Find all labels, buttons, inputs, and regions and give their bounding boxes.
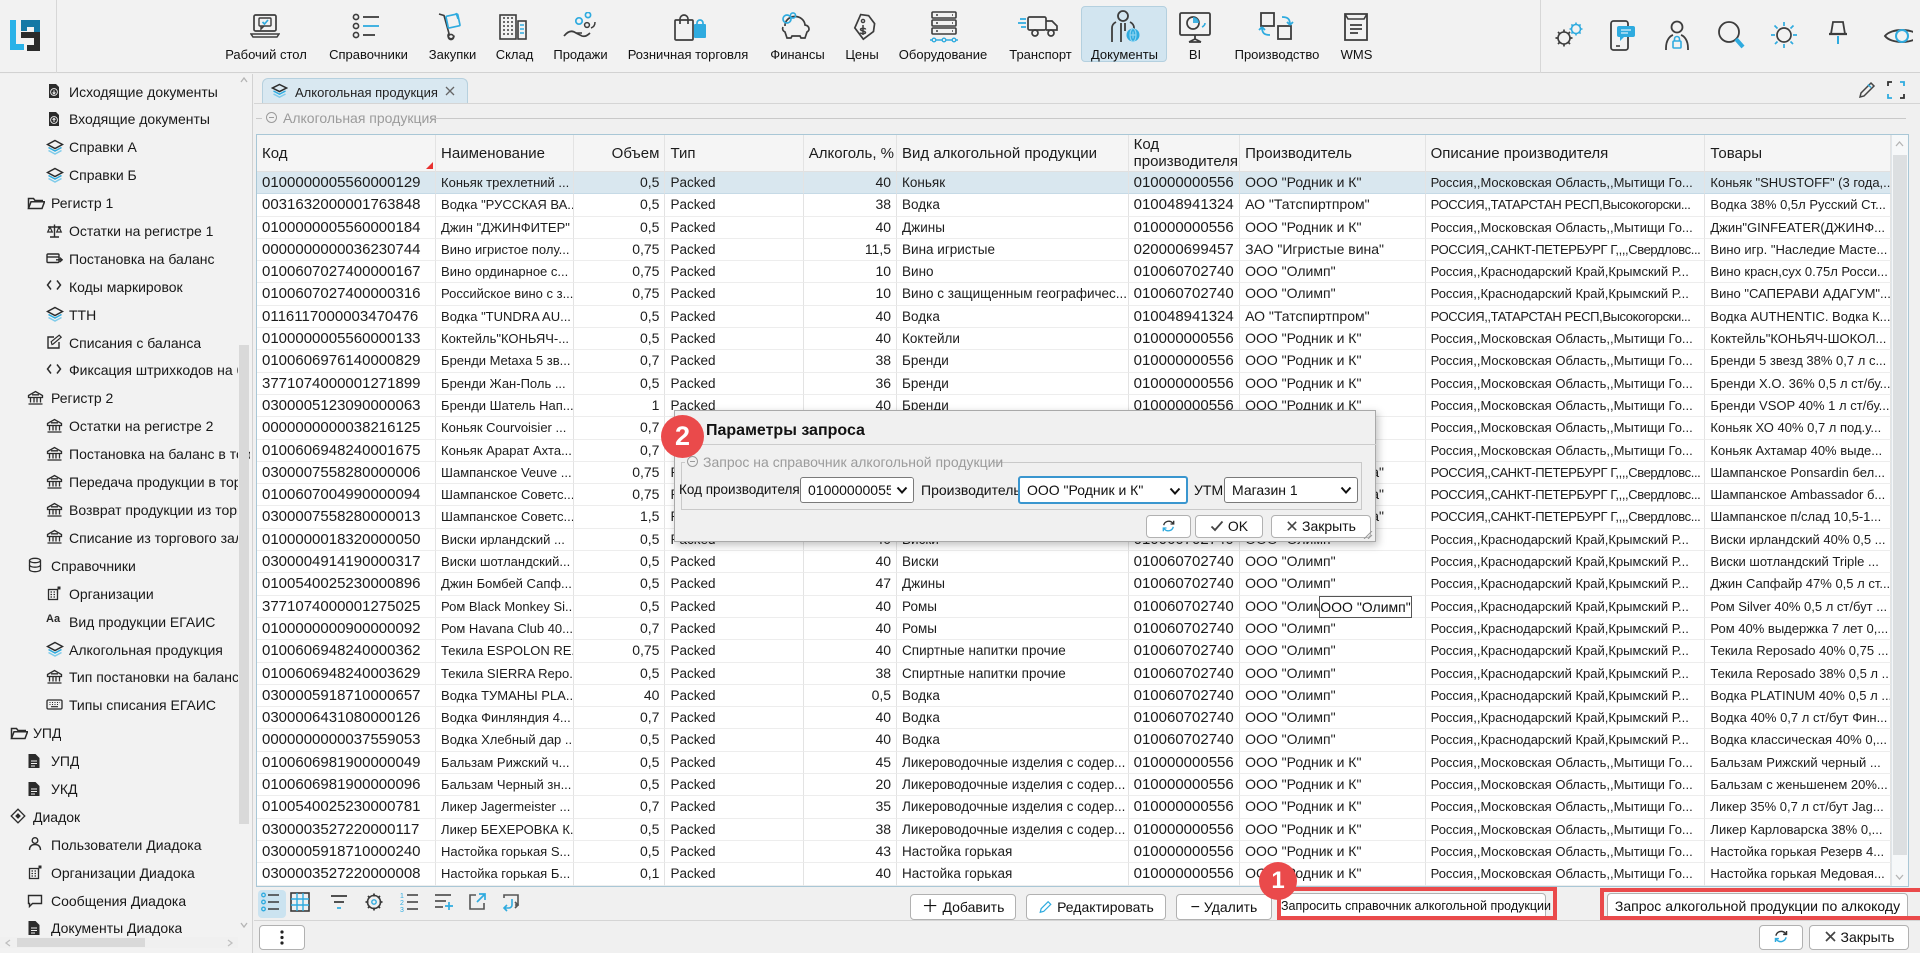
svg-text:2: 2 — [400, 900, 404, 907]
svg-text:3: 3 — [400, 907, 404, 913]
svg-text:1: 1 — [400, 893, 404, 900]
